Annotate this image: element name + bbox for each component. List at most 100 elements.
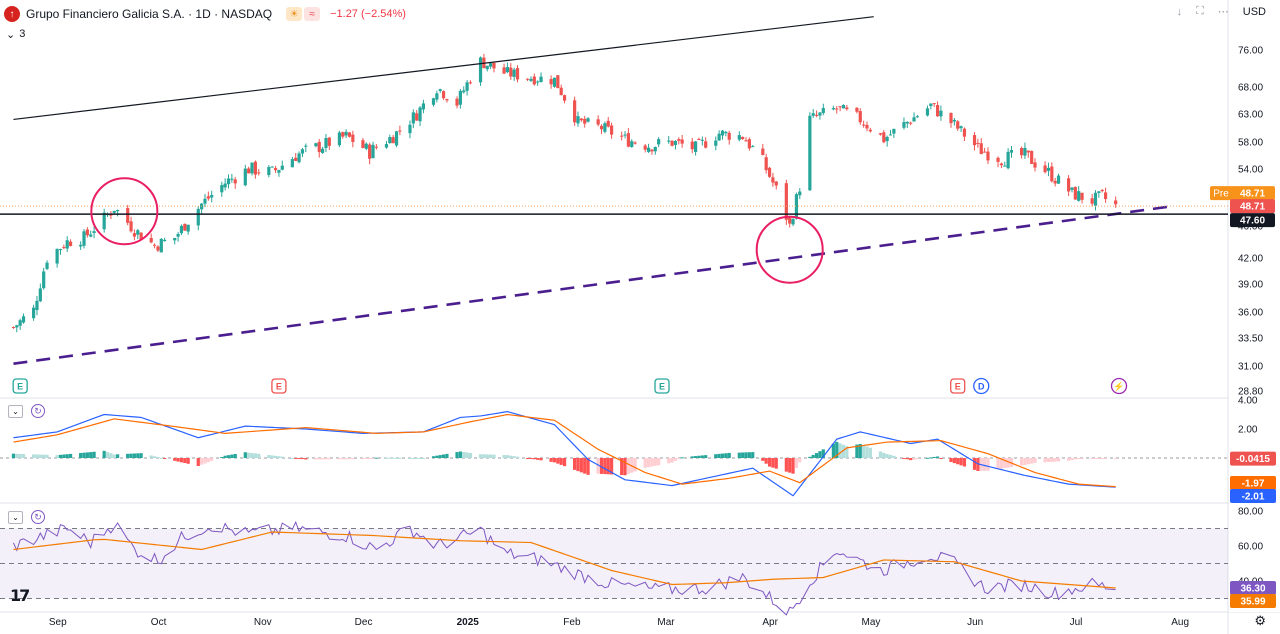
- candle-body: [841, 104, 846, 109]
- macd-histogram-bar: [512, 456, 516, 459]
- candle-body: [152, 244, 157, 246]
- macd-histogram-bar: [1046, 458, 1051, 463]
- candle-body: [102, 212, 106, 230]
- more-icon[interactable]: ⋯: [1218, 5, 1229, 18]
- macd-histogram-bar: [489, 454, 493, 459]
- candle-body: [603, 123, 607, 132]
- candle-body: [1030, 150, 1034, 164]
- candle-body: [321, 148, 325, 153]
- candle-body: [539, 76, 543, 83]
- macd-histogram-bar: [492, 454, 496, 459]
- event-label: E: [955, 382, 961, 392]
- macd-histogram-bar: [1097, 458, 1101, 460]
- candle-body: [149, 237, 153, 243]
- refresh-indicator-icon[interactable]: ↻: [31, 404, 45, 418]
- candle-body: [623, 134, 627, 136]
- candle-body: [455, 98, 459, 106]
- macd-histogram-bar: [983, 458, 987, 471]
- candle-body: [42, 271, 46, 289]
- data-delay-icon[interactable]: ≈: [304, 7, 321, 21]
- candle-body: [831, 108, 835, 110]
- macd-histogram-bar: [576, 458, 580, 472]
- macd-histogram-bar: [915, 458, 919, 460]
- price-tick-label: 58.00: [1238, 138, 1263, 149]
- candle-body: [935, 105, 940, 117]
- currency-selector[interactable]: USD: [1243, 6, 1266, 18]
- macd-histogram-bar: [1043, 458, 1047, 463]
- rsi-tick-label: 80.00: [1238, 507, 1263, 518]
- macd-histogram-bar: [431, 456, 436, 459]
- macd-histogram-bar: [179, 458, 184, 463]
- candle-body: [92, 231, 96, 234]
- fullscreen-icon[interactable]: ⛶: [1196, 5, 1204, 18]
- macd-histogram-bar: [909, 458, 913, 461]
- macd-histogram-bar: [374, 457, 378, 459]
- collapse-pane-icon[interactable]: ⌄: [8, 510, 23, 524]
- macd-histogram-bar: [58, 454, 63, 459]
- symbol-header[interactable]: ↑ Grupo Financiero Galicia S.A. · 1D · N…: [4, 3, 406, 25]
- macd-histogram-bar: [206, 458, 210, 463]
- macd-histogram-bar: [1070, 458, 1074, 461]
- candle-body: [408, 124, 412, 134]
- candle-body: [82, 231, 86, 246]
- macd-histogram-bar: [972, 458, 977, 470]
- candle-body: [1043, 165, 1047, 173]
- gear-icon[interactable]: ⚙: [1254, 613, 1266, 629]
- candle-body: [996, 157, 1000, 162]
- candle-body: [892, 128, 896, 134]
- macd-histogram-bar: [700, 455, 704, 459]
- download-icon[interactable]: ↓: [1177, 6, 1183, 18]
- candle-body: [737, 135, 741, 140]
- candle-body: [290, 159, 294, 168]
- candle-body: [559, 87, 563, 95]
- price-change: −1.27 (−2.54%): [330, 8, 406, 20]
- refresh-indicator-icon[interactable]: ↻: [31, 510, 45, 524]
- candle-body: [767, 167, 772, 177]
- macd-histogram-bar: [1033, 458, 1037, 463]
- macd-histogram-bar: [690, 456, 694, 459]
- price-tick-label: 42.00: [1238, 254, 1263, 265]
- candle-body: [361, 140, 365, 148]
- candle-body: [468, 82, 473, 84]
- chart-canvas[interactable]: EEEED⚡76.0068.0063.0058.0054.0050.0046.0…: [0, 0, 1280, 634]
- candle-body: [902, 122, 906, 128]
- candle-body: [38, 288, 42, 302]
- macd-histogram-bar: [532, 458, 536, 460]
- macd-histogram-bar: [838, 443, 842, 459]
- macd-histogram-bar: [388, 457, 392, 459]
- macd-histogram-bar: [455, 452, 459, 459]
- macd-histogram-bar: [482, 454, 486, 459]
- macd-histogram-bar: [344, 458, 348, 460]
- macd-histogram-bar: [996, 458, 1000, 470]
- candle-body: [599, 125, 604, 130]
- candle-body: [700, 139, 704, 141]
- rsi-ma-label: 35.99: [1240, 597, 1265, 608]
- tradingview-logo[interactable]: 17: [10, 586, 30, 605]
- macd-histogram-bar: [549, 458, 553, 462]
- candle-body: [983, 151, 987, 153]
- candle-body: [515, 68, 520, 80]
- candle-body: [18, 320, 22, 326]
- indicators-toggle[interactable]: ⌄ 3: [6, 27, 25, 41]
- candle-body: [112, 210, 116, 213]
- market-hours-icon[interactable]: ☀: [286, 7, 303, 21]
- macd-histogram-bar: [200, 458, 204, 465]
- candle-body: [771, 177, 775, 183]
- rsi-tick-label: 60.00: [1238, 542, 1263, 553]
- symbol-title[interactable]: Grupo Financiero Galicia S.A. · 1D · NAS…: [26, 7, 272, 21]
- candle-body: [1103, 192, 1108, 200]
- macd-histogram-bar: [203, 458, 207, 464]
- time-tick-label: 2025: [457, 617, 480, 628]
- candle-body: [35, 300, 39, 311]
- candle-body: [1080, 192, 1084, 200]
- candle-body: [606, 120, 610, 127]
- collapse-pane-icon[interactable]: ⌄: [8, 404, 23, 418]
- macd-histogram-bar: [814, 453, 819, 459]
- candle-body: [314, 143, 318, 147]
- macd-histogram-bar: [441, 454, 446, 459]
- candle-body: [21, 316, 26, 323]
- macd-histogram-bar: [657, 458, 661, 466]
- candle-body: [704, 141, 708, 148]
- candle-body: [15, 325, 19, 328]
- macd-histogram-bar: [82, 452, 86, 459]
